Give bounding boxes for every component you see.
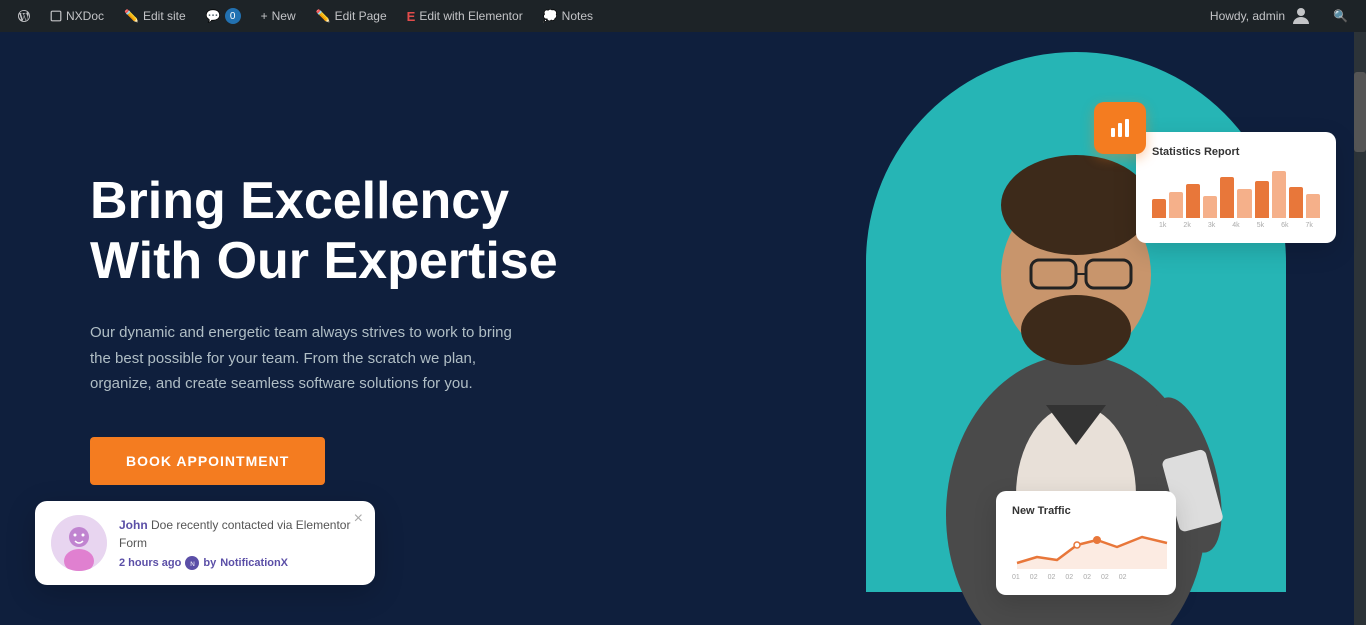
bar-10 bbox=[1306, 194, 1320, 218]
site-name-label: NXDoc bbox=[66, 9, 104, 23]
comment-icon: 💬 bbox=[206, 9, 221, 23]
tl-7: 02 bbox=[1119, 574, 1127, 581]
statistics-card: Statistics Report 1k 2k 3k 4k 5k 6k 7k bbox=[1136, 132, 1336, 243]
notes-item[interactable]: 💭 Notes bbox=[535, 0, 601, 32]
notification-text: John Doe recently contacted via Elemento… bbox=[119, 516, 359, 552]
bar-4 bbox=[1203, 196, 1217, 218]
notif-body: Doe recently contacted via Elementor For… bbox=[119, 518, 350, 550]
stats-label-3: 3k bbox=[1201, 222, 1222, 229]
elementor-label: Edit with Elementor bbox=[419, 9, 522, 23]
stats-axis-labels: 1k 2k 3k 4k 5k 6k 7k bbox=[1152, 222, 1320, 229]
new-label: New bbox=[272, 9, 296, 23]
traffic-axis: 01 02 02 02 02 02 02 bbox=[1012, 574, 1160, 581]
pencil-icon: ✏️ bbox=[124, 9, 139, 23]
hero-title: Bring Excellency With Our Expertise bbox=[90, 172, 600, 292]
stats-label-7: 7k bbox=[1299, 222, 1320, 229]
tl-5: 02 bbox=[1083, 574, 1091, 581]
bar-8 bbox=[1272, 171, 1286, 219]
bar-2 bbox=[1169, 192, 1183, 218]
notif-time: 2 hours ago bbox=[119, 557, 181, 569]
bar-1 bbox=[1152, 199, 1166, 218]
howdy-label: Howdy, admin bbox=[1210, 9, 1285, 23]
bar-6 bbox=[1237, 189, 1251, 218]
edit-site-item[interactable]: ✏️ Edit site bbox=[116, 0, 194, 32]
notif-by: by bbox=[203, 557, 216, 569]
search-icon: 🔍 bbox=[1333, 9, 1348, 23]
chart-icon-badge bbox=[1094, 102, 1146, 154]
traffic-card: New Traffic 01 02 02 02 02 02 02 bbox=[996, 491, 1176, 595]
comments-item[interactable]: 💬 0 bbox=[198, 0, 249, 32]
notification-meta: 2 hours ago N by NotificationX bbox=[119, 556, 359, 570]
svg-text:N: N bbox=[190, 560, 195, 567]
notes-label: Notes bbox=[562, 9, 593, 23]
bar-9 bbox=[1289, 187, 1303, 218]
tl-2: 02 bbox=[1030, 574, 1038, 581]
howdy-item[interactable]: Howdy, admin bbox=[1202, 0, 1321, 32]
elementor-icon: E bbox=[407, 9, 416, 24]
scrollbar[interactable] bbox=[1354, 32, 1366, 625]
hero-content: Bring Excellency With Our Expertise Our … bbox=[0, 172, 600, 484]
scrollbar-thumb[interactable] bbox=[1354, 72, 1366, 152]
site-name[interactable]: NXDoc bbox=[42, 0, 112, 32]
new-item[interactable]: + New bbox=[253, 0, 304, 32]
edit-site-label: Edit site bbox=[143, 9, 186, 23]
stats-label-2: 2k bbox=[1176, 222, 1197, 229]
bar-5 bbox=[1220, 177, 1234, 218]
admin-bar: NXDoc ✏️ Edit site 💬 0 + New ✏️ Edit Pag… bbox=[0, 0, 1366, 32]
traffic-chart bbox=[1012, 525, 1160, 570]
stats-bars bbox=[1152, 168, 1320, 218]
notification-popup: John Doe recently contacted via Elemento… bbox=[35, 501, 375, 585]
edit-icon: ✏️ bbox=[316, 9, 331, 23]
tl-6: 02 bbox=[1101, 574, 1109, 581]
notes-icon: 💭 bbox=[543, 9, 558, 23]
elementor-item[interactable]: E Edit with Elementor bbox=[399, 0, 531, 32]
notif-brand: NotificationX bbox=[220, 557, 288, 569]
book-appointment-button[interactable]: BOOK APPOINTMENT bbox=[90, 437, 325, 485]
wp-logo[interactable] bbox=[10, 2, 38, 30]
stats-label-6: 6k bbox=[1274, 222, 1295, 229]
edit-page-label: Edit Page bbox=[335, 9, 387, 23]
edit-page-item[interactable]: ✏️ Edit Page bbox=[308, 0, 395, 32]
stats-label-1: 1k bbox=[1152, 222, 1173, 229]
admin-bar-right: Howdy, admin 🔍 bbox=[1202, 0, 1356, 32]
hero-description: Our dynamic and energetic team always st… bbox=[90, 320, 520, 397]
stats-label-4: 4k bbox=[1225, 222, 1246, 229]
plus-icon: + bbox=[261, 9, 268, 23]
traffic-title: New Traffic bbox=[1012, 505, 1160, 517]
close-notification-button[interactable]: × bbox=[354, 511, 363, 527]
notification-avatar bbox=[51, 515, 107, 571]
notification-content: John Doe recently contacted via Elemento… bbox=[119, 516, 359, 570]
stats-title: Statistics Report bbox=[1152, 146, 1320, 158]
notif-brand-icon: N bbox=[185, 556, 199, 570]
bar-7 bbox=[1255, 181, 1269, 218]
search-item[interactable]: 🔍 bbox=[1325, 0, 1356, 32]
tl-3: 02 bbox=[1048, 574, 1056, 581]
tl-1: 01 bbox=[1012, 574, 1020, 581]
tl-4: 02 bbox=[1065, 574, 1073, 581]
comment-count: 0 bbox=[225, 8, 241, 24]
hero-section: Statistics Report 1k 2k 3k 4k 5k 6k 7k N… bbox=[0, 32, 1366, 625]
notif-name: John bbox=[119, 518, 148, 532]
bar-3 bbox=[1186, 184, 1200, 218]
stats-label-5: 5k bbox=[1250, 222, 1271, 229]
